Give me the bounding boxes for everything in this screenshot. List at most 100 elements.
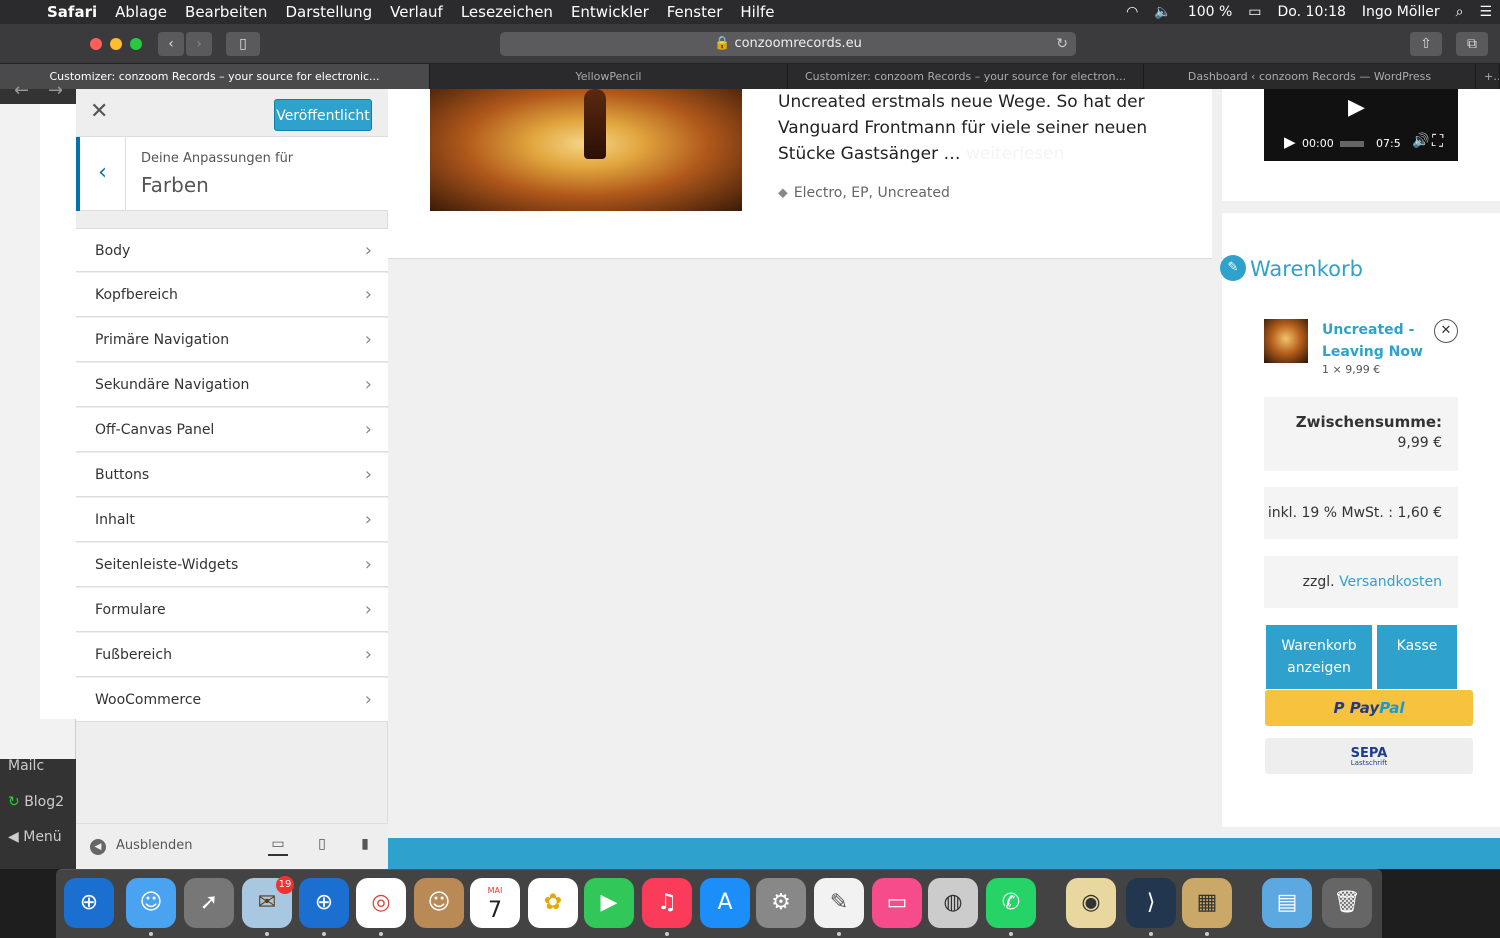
textedit-icon[interactable]: ✎ (814, 878, 864, 928)
app-store-icon[interactable]: A (700, 878, 750, 928)
contacts-icon[interactable]: ☺ (414, 878, 464, 928)
customizer-item-primary-nav[interactable]: Primäre Navigation › (76, 318, 388, 362)
menu-item-edit[interactable]: Bearbeiten (176, 3, 276, 21)
safari-alt-icon[interactable]: ⊕ (299, 878, 349, 928)
shipping-costs-link[interactable]: Versandkosten (1339, 574, 1442, 590)
menu-app-name[interactable]: Safari (38, 3, 106, 21)
read-more-link[interactable]: weiterlesen (966, 144, 1064, 164)
sepa-button[interactable]: SEPA Lastschrift (1265, 738, 1473, 774)
reload-icon[interactable]: ↻ (1056, 32, 1068, 56)
back-button[interactable]: ‹ (158, 32, 184, 56)
menu-item-view[interactable]: Darstellung (276, 3, 381, 21)
bg-item-menu[interactable]: ◀ Menü (8, 829, 62, 845)
customizer-item-offcanvas[interactable]: Off-Canvas Panel › (76, 408, 388, 452)
menu-item-develop[interactable]: Entwickler (562, 3, 658, 21)
trash-icon[interactable]: 🗑 (1322, 878, 1372, 928)
tab-customizer-2[interactable]: Customizer: conzoom Records – your sourc… (788, 64, 1144, 89)
customizer-item-footer[interactable]: Fußbereich › (76, 633, 388, 677)
customizer-item-forms[interactable]: Formulare › (76, 588, 388, 632)
dvd-player-icon[interactable]: ◉ (1066, 878, 1116, 928)
wifi-icon[interactable]: ◠ (1118, 4, 1146, 20)
user-name[interactable]: Ingo Möller (1354, 4, 1448, 20)
menu-item-help[interactable]: Hilfe (731, 3, 783, 21)
music-icon[interactable]: ♫ (642, 878, 692, 928)
close-icon[interactable]: ✕ (90, 99, 108, 124)
hide-controls-button[interactable]: ◀ Ausblenden (90, 838, 193, 855)
zoom-window-button[interactable] (130, 38, 142, 50)
bg-item-blog[interactable]: ↻ Blog2 (8, 794, 64, 810)
customizer-item-content[interactable]: Inhalt › (76, 498, 388, 542)
show-tabs-icon[interactable]: ⧉ (1456, 32, 1488, 56)
volume-icon[interactable]: 🔈 (1146, 4, 1179, 20)
new-tab-icon[interactable]: + (1476, 64, 1500, 89)
battery-text[interactable]: 100 % (1180, 4, 1240, 20)
checkout-button[interactable]: Kasse (1377, 625, 1457, 689)
customizer-item-header[interactable]: Kopfbereich › (76, 273, 388, 317)
address-bar[interactable]: 🔒 conzoomrecords.eu ↻ (500, 32, 1076, 56)
paypal-button[interactable]: P PayPal (1265, 690, 1473, 726)
menu-item-window[interactable]: Fenster (658, 3, 732, 21)
battery-icon[interactable]: ▭ (1240, 4, 1269, 20)
photos-icon[interactable]: ✿ (528, 878, 578, 928)
safari-icon[interactable]: ⊕ (64, 878, 114, 928)
chevron-right-icon: › (364, 284, 372, 305)
remove-item-icon[interactable]: ✕ (1434, 319, 1458, 343)
tab-dashboard[interactable]: Dashboard ‹ conzoom Records — WordPress (1144, 64, 1476, 89)
sourcetree-icon[interactable]: ⟩ (1126, 878, 1176, 928)
forward-button[interactable]: › (186, 32, 212, 56)
cleanmymac-icon[interactable]: ▭ (872, 878, 922, 928)
volume-icon[interactable]: 🔊 (1412, 133, 1429, 149)
customizer-item-buttons[interactable]: Buttons › (76, 453, 388, 497)
tab-bar: Customizer: conzoom Records – your sourc… (0, 64, 1500, 89)
tag-icon: ⬥ (778, 185, 788, 201)
post-image[interactable] (430, 89, 742, 211)
bg-forward-arrow-icon: → (48, 80, 64, 101)
customizer-item-body[interactable]: Body › (76, 228, 388, 272)
post-excerpt: Uncreated erstmals neue Wege. So hat der… (778, 92, 1148, 164)
minimize-window-button[interactable] (110, 38, 122, 50)
customizer-item-sidebar-widgets[interactable]: Seitenleiste-Widgets › (76, 543, 388, 587)
calendar-icon[interactable]: MAI 7 (470, 878, 520, 928)
chevron-right-icon: › (364, 240, 372, 261)
chrome-icon[interactable]: ◎ (356, 878, 406, 928)
product-name[interactable]: Uncreated - Leaving Now (1322, 319, 1423, 363)
notification-center-icon[interactable]: ☰ (1471, 4, 1500, 20)
video-progress[interactable] (1340, 141, 1364, 147)
menu-item-history[interactable]: Verlauf (381, 3, 452, 21)
facetime-icon[interactable]: ▶ (584, 878, 634, 928)
back-chevron-icon[interactable]: ‹ (76, 137, 126, 211)
sidebar-toggle-icon[interactable]: ▯ (226, 32, 260, 56)
tab-customizer[interactable]: Customizer: conzoom Records – your sourc… (0, 64, 430, 89)
spotlight-search-icon[interactable]: ⌕ (1448, 4, 1472, 20)
bg-item-mail[interactable]: Mailc (8, 758, 44, 774)
section-subtitle: Deine Anpassungen für (141, 151, 294, 166)
whatsapp-icon[interactable]: ✆ (986, 878, 1036, 928)
chevron-right-icon: › (364, 554, 372, 575)
desktop-preview-icon[interactable]: ▭ (268, 836, 288, 856)
tab-yellowpencil[interactable]: YellowPencil (430, 64, 788, 89)
mail-badge: 19 (276, 876, 294, 894)
finder-icon[interactable]: ☺ (126, 878, 176, 928)
system-preferences-icon[interactable]: ⚙ (756, 878, 806, 928)
customizer-item-secondary-nav[interactable]: Sekundäre Navigation › (76, 363, 388, 407)
downloads-folder-icon[interactable]: ▤ (1262, 878, 1312, 928)
video-player[interactable]: ▶ ▶ 00:00 07:5 🔊 ⛶ (1264, 89, 1458, 161)
launchpad-icon[interactable]: ➚ (184, 878, 234, 928)
disk-utility-icon[interactable]: ◍ (928, 878, 978, 928)
product-thumbnail[interactable] (1264, 319, 1308, 363)
fullscreen-icon[interactable]: ⛶ (1432, 131, 1443, 151)
clock-text[interactable]: Do. 10:18 (1270, 4, 1354, 20)
view-cart-button[interactable]: Warenkorb anzeigen (1266, 625, 1372, 689)
close-window-button[interactable] (90, 38, 102, 50)
play-overlay-icon[interactable]: ▶ (1348, 95, 1365, 120)
menu-item-bookmarks[interactable]: Lesezeichen (452, 3, 562, 21)
numbers-icon[interactable]: ▦ (1182, 878, 1232, 928)
dock-running-dot (379, 932, 383, 936)
menu-item-file[interactable]: Ablage (106, 3, 176, 21)
publish-button[interactable]: Veröffentlicht (274, 99, 372, 131)
play-icon[interactable]: ▶ (1284, 133, 1296, 151)
mobile-preview-icon[interactable]: ▮ (355, 836, 375, 856)
tablet-preview-icon[interactable]: ▯ (312, 836, 332, 856)
share-icon[interactable]: ⇧ (1410, 32, 1442, 56)
customizer-item-woocommerce[interactable]: WooCommerce › (76, 678, 388, 722)
